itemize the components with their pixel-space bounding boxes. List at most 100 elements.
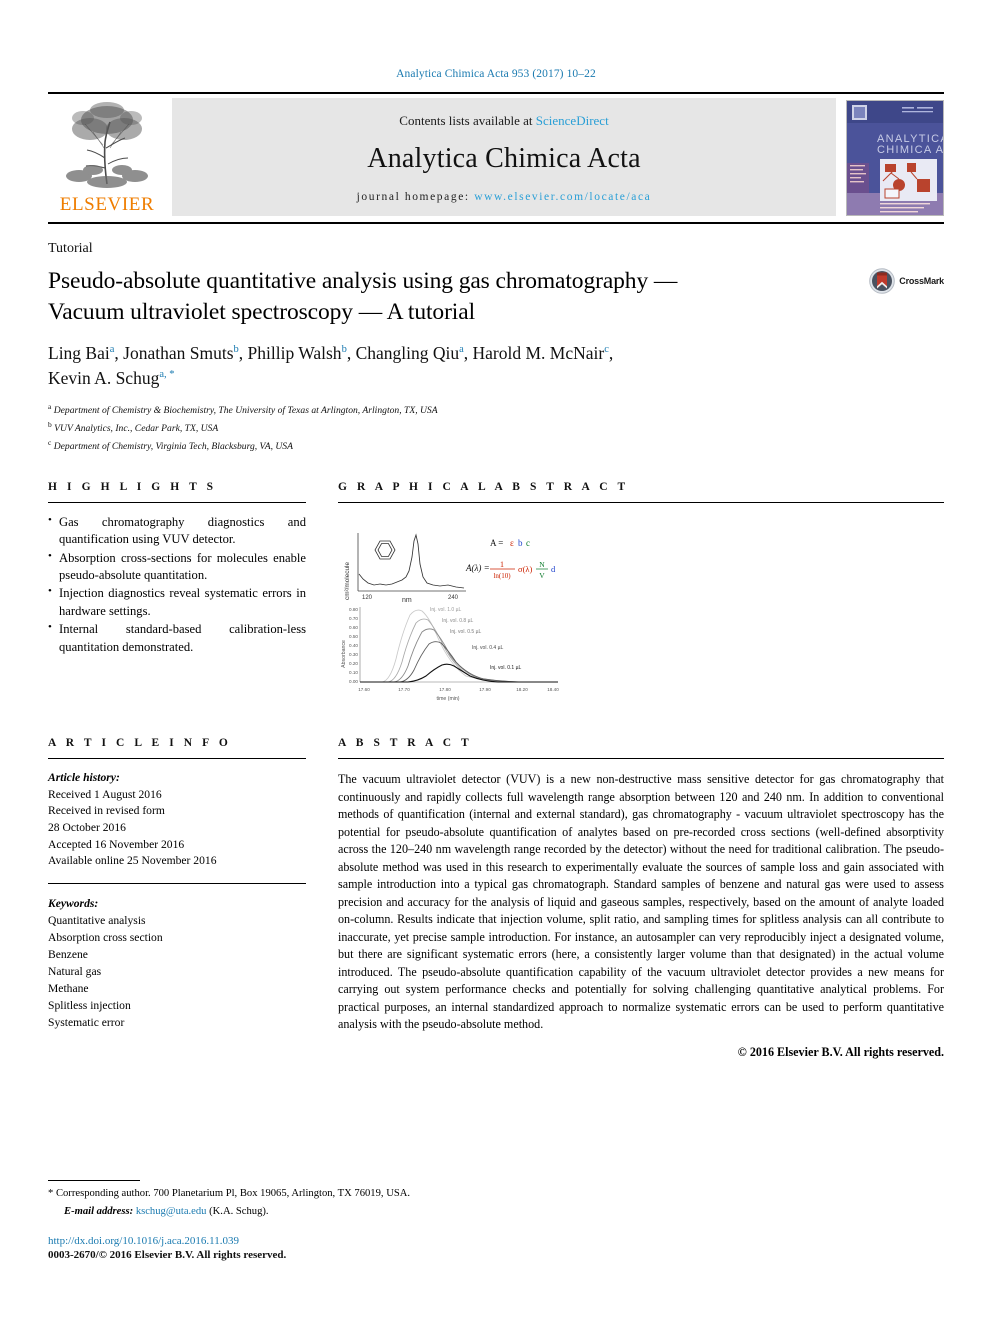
email-link[interactable]: kschug@uta.edu: [136, 1206, 207, 1217]
svg-text:0.80: 0.80: [349, 607, 358, 612]
email-note: E-mail address: kschug@uta.edu (K.A. Sch…: [64, 1206, 944, 1217]
email-suffix: (K.A. Schug).: [209, 1206, 269, 1217]
elsevier-logo: ELSEVIER: [48, 94, 166, 222]
issn-copyright-line: 0003-2670/© 2016 Elsevier B.V. All right…: [48, 1249, 287, 1261]
svg-text:time (min): time (min): [436, 696, 459, 702]
divider: [48, 501, 306, 503]
affiliation-text: Department of Chemistry & Biochemistry, …: [53, 405, 438, 417]
svg-text:c: c: [526, 538, 530, 548]
info-abstract-panels: A R T I C L E I N F O Article history: R…: [48, 737, 944, 1060]
graphical-abstract-panel: G R A P H I C A L A B S T R A C T cm²/mo…: [338, 481, 944, 709]
series-inj-vol-0-1: [360, 663, 558, 683]
affiliation-text: Department of Chemistry, Virginia Tech, …: [53, 441, 293, 453]
svg-text:1: 1: [500, 560, 504, 569]
svg-text:17.70: 17.70: [398, 687, 410, 692]
journal-cover-image: ANALYTICA CHIMICA ACTA: [847, 101, 943, 215]
keyword-item: Absorption cross section: [48, 931, 163, 945]
svg-text:0.10: 0.10: [349, 670, 358, 675]
affiliation-item: a Department of Chemistry & Biochemistry…: [48, 401, 944, 419]
crossmark-icon: [869, 268, 896, 294]
author-affiliation-mark: a, *: [159, 369, 175, 381]
highlights-heading: H I G H L I G H T S: [48, 480, 217, 493]
divider: [48, 883, 306, 885]
author-affiliation-mark: a: [109, 344, 115, 356]
svg-text:0.60: 0.60: [349, 625, 358, 630]
article-info-panel: A R T I C L E I N F O Article history: R…: [48, 737, 306, 1060]
svg-text:0.30: 0.30: [349, 652, 358, 657]
svg-text:ε: ε: [510, 538, 514, 548]
divider: [48, 757, 306, 759]
graphical-abstract-heading: G R A P H I C A L A B S T R A C T: [338, 480, 629, 493]
keywords-title: Keywords:: [48, 897, 99, 911]
svg-text:120: 120: [362, 595, 373, 601]
author-name: Phillip Walsh: [247, 343, 342, 364]
sciencedirect-link[interactable]: ScienceDirect: [536, 113, 609, 128]
elsevier-wordmark: ELSEVIER: [59, 194, 155, 215]
article-history: Article history: Received 1 August 2016 …: [48, 770, 306, 870]
article-type-label: Tutorial: [48, 241, 93, 256]
title-row: Pseudo-absolute quantitative analysis us…: [48, 266, 944, 327]
list-item: Injection diagnostics reveal systematic …: [48, 584, 306, 620]
page-title: Pseudo-absolute quantitative analysis us…: [48, 268, 678, 325]
svg-text:d: d: [551, 564, 556, 574]
footnote-rule: [48, 1179, 140, 1181]
keyword-item: Benzene: [48, 948, 88, 962]
homepage-url-link[interactable]: www.elsevier.com/locate/aca: [474, 191, 651, 203]
affiliation-mark: a: [48, 401, 52, 411]
beer-lambert-equations: A = ε b c A(λ) = 1 ln(10) σ(λ) N V d: [465, 538, 556, 580]
graphical-abstract-figure: cm²/molecule 120 nm 240 A = ε b c A(λ) =…: [338, 519, 598, 709]
corresponding-author-note: * Corresponding author. 700 Planetarium …: [48, 1187, 411, 1199]
doi-link[interactable]: http://dx.doi.org/10.1016/j.aca.2016.11.…: [48, 1235, 944, 1247]
list-item: Gas chromatography diagnostics and quant…: [48, 513, 306, 549]
series-label-0-4: Inj. vol. 0.4 µL: [472, 645, 503, 651]
email-label: E-mail address:: [64, 1206, 134, 1217]
journal-band: Contents lists available at ScienceDirec…: [172, 98, 836, 216]
svg-text:A(λ) =: A(λ) =: [465, 563, 490, 573]
svg-text:ln(10): ln(10): [493, 572, 511, 580]
svg-text:17.80: 17.80: [439, 687, 451, 692]
cross-section-subplot: cm²/molecule 120 nm 240: [344, 532, 466, 604]
affiliation-item: b VUV Analytics, Inc., Cedar Park, TX, U…: [48, 419, 944, 437]
author-name: Harold M. McNair: [472, 343, 605, 364]
benzene-ring-icon: [374, 540, 396, 560]
keywords-block: Keywords: Quantitative analysis Absorpti…: [48, 895, 306, 1031]
series-label-0-5: Inj. vol. 0.5 µL: [450, 629, 481, 635]
abstract-text: The vacuum ultraviolet detector (VUV) is…: [338, 771, 944, 1032]
affiliation-mark: c: [48, 437, 52, 447]
author-name: Jonathan Smuts: [123, 343, 234, 364]
svg-text:17.60: 17.60: [358, 687, 370, 692]
author-name: Kevin A. Schug: [48, 368, 160, 389]
svg-text:CHIMICA ACTA: CHIMICA ACTA: [877, 144, 943, 156]
list-item: Absorption cross-sections for molecules …: [48, 549, 306, 585]
svg-text:nm: nm: [402, 597, 412, 604]
affiliation-item: c Department of Chemistry, Virginia Tech…: [48, 437, 944, 455]
keyword-item: Systematic error: [48, 1016, 125, 1030]
svg-text:σ(λ): σ(λ): [518, 564, 533, 574]
history-item: 28 October 2016: [48, 821, 126, 835]
article-info-heading: A R T I C L E I N F O: [48, 736, 232, 749]
series-label-0-8: Inj. vol. 0.8 µL: [442, 618, 473, 624]
journal-homepage-line: journal homepage: www.elsevier.com/locat…: [357, 191, 652, 203]
crossmark-badge[interactable]: CrossMark: [869, 268, 944, 294]
svg-text:0.40: 0.40: [349, 643, 358, 648]
author-list: Ling Baia, Jonathan Smutsb, Phillip Wals…: [48, 343, 614, 389]
author-name: Changling Qiu: [355, 343, 460, 364]
contents-available-line: Contents lists available at ScienceDirec…: [399, 113, 608, 129]
svg-text:0.00: 0.00: [349, 679, 358, 684]
abstract-copyright: © 2016 Elsevier B.V. All rights reserved…: [737, 1044, 944, 1059]
svg-text:18.40: 18.40: [547, 687, 559, 692]
svg-text:b: b: [518, 538, 523, 548]
svg-text:N: N: [539, 560, 545, 569]
affiliation-mark: b: [48, 419, 52, 429]
author-affiliation-mark: b: [341, 344, 347, 356]
journal-title: Analytica Chimica Acta: [367, 143, 641, 174]
affiliation-list: a Department of Chemistry & Biochemistry…: [48, 401, 944, 455]
divider: [338, 501, 944, 503]
series-label-1-0: Inj. vol. 1.0 µL: [430, 607, 461, 613]
author-affiliation-mark: b: [233, 344, 239, 356]
author-affiliation-mark: c: [604, 344, 609, 356]
keyword-item: Methane: [48, 982, 89, 996]
contents-prefix: Contents lists available at: [399, 113, 533, 128]
svg-text:A =: A =: [490, 538, 503, 548]
svg-text:V: V: [539, 571, 545, 580]
